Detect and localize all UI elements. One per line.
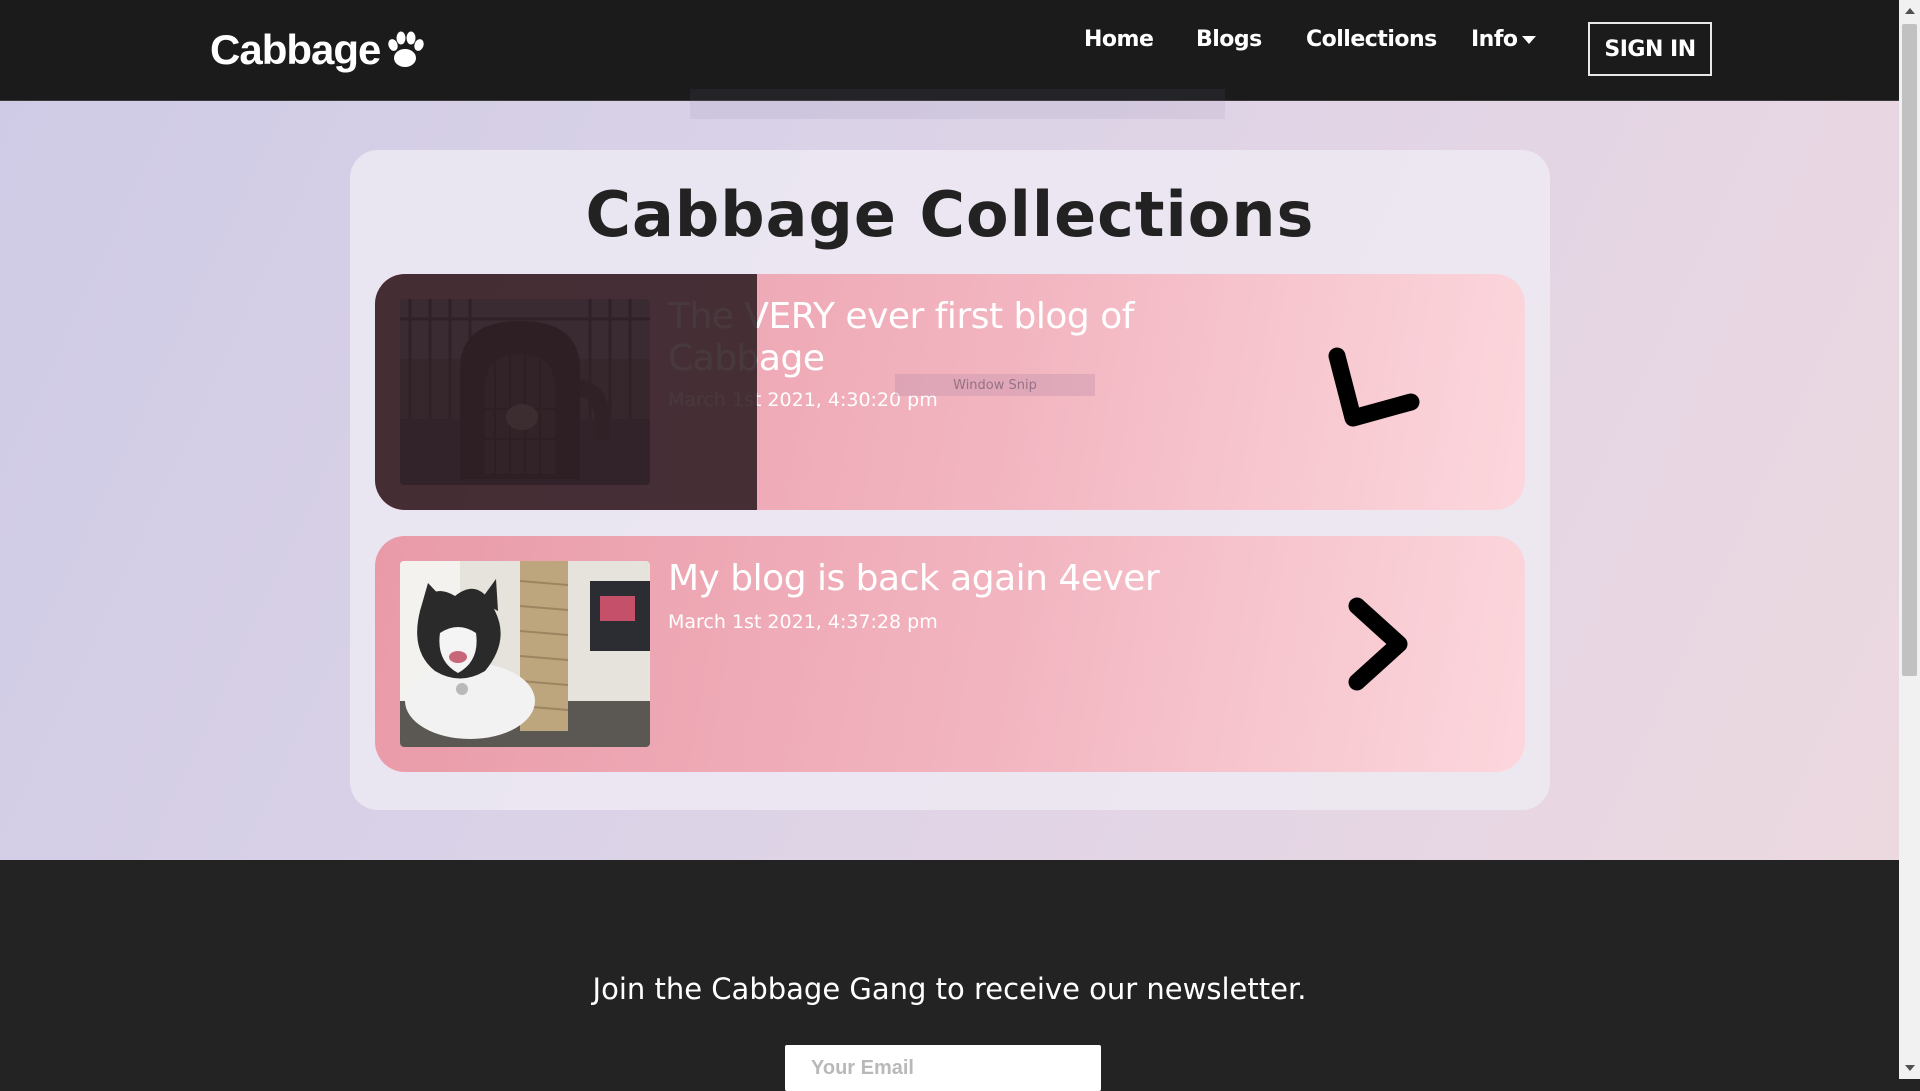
paw-icon [388,31,425,67]
nav-home[interactable]: Home [1084,27,1154,52]
card-thumbnail [400,299,650,485]
footer: Join the Cabbage Gang to receive our new… [0,860,1899,1091]
nav-collections[interactable]: Collections [1306,27,1437,52]
chevron-right-icon [1348,597,1408,691]
scrollbar[interactable] [1899,0,1920,1079]
card-title: The VERY ever first blog of Cabbage [668,296,1134,379]
window-snip-label: Window Snip [895,374,1095,396]
nav-info-label: Info [1471,27,1518,52]
cat-carrier-image [400,299,650,485]
hero-section: Cabbage Collections The VERY ever first … [0,89,1899,860]
nav-info[interactable]: Info [1471,27,1536,52]
chevron-down-left-icon [1328,347,1420,427]
card-thumbnail [400,561,650,747]
nav-blogs[interactable]: Blogs [1196,27,1262,52]
brand-logo[interactable]: Cabbage [210,22,426,78]
newsletter-text: Join the Cabbage Gang to receive our new… [592,972,1307,1006]
scroll-down-icon[interactable] [1899,1059,1920,1077]
collection-card[interactable]: My blog is back again 4ever March 1st 20… [375,536,1525,772]
scroll-thumb[interactable] [1902,24,1917,676]
caret-down-icon [1521,36,1536,44]
sign-in-button[interactable]: SIGN IN [1588,22,1712,76]
cat-post-image [400,561,650,747]
scroll-up-icon[interactable] [1899,2,1920,20]
page-title: Cabbage Collections [585,178,1315,251]
brand-name: Cabbage [210,26,381,73]
email-field[interactable] [785,1045,1101,1091]
collection-card[interactable]: The VERY ever first blog of Cabbage Marc… [375,274,1525,510]
snip-overlay [690,89,1225,119]
card-title: My blog is back again 4ever [668,558,1160,599]
card-date: March 1st 2021, 4:37:28 pm [668,611,938,633]
navbar: Cabbage Home Blogs Collections Info SIGN… [0,0,1899,101]
collections-panel: Cabbage Collections The VERY ever first … [350,150,1550,810]
